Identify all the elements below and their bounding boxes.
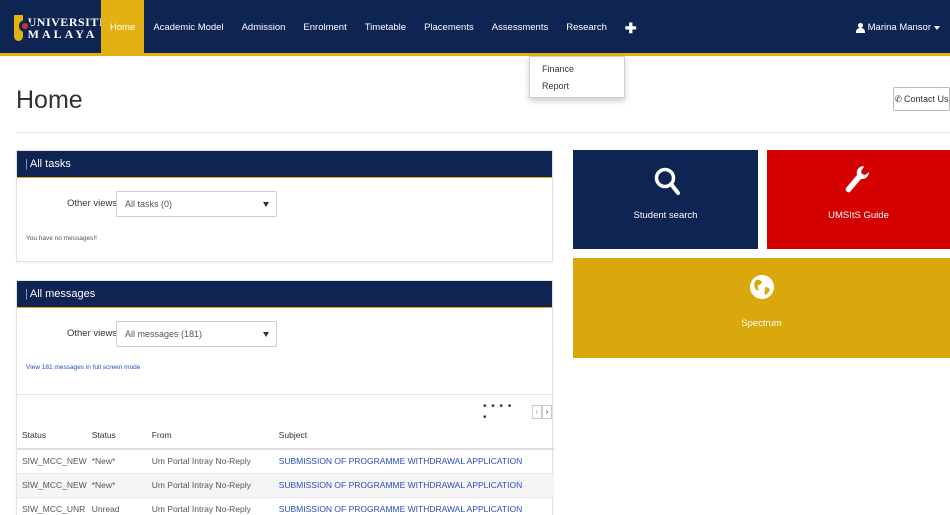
pager: • • • • • ‹ › xyxy=(483,401,552,423)
table-row[interactable]: SIW_MCC_UNR Unread Um Portal Intray No-R… xyxy=(17,497,554,515)
search-icon xyxy=(654,167,680,195)
nav-home[interactable]: Home xyxy=(101,0,145,56)
plus-icon[interactable]: ✚ xyxy=(616,0,646,56)
nav-placements[interactable]: Placements xyxy=(415,0,483,56)
nav-timetable[interactable]: Timetable xyxy=(356,0,415,56)
nav-academic-model[interactable]: Academic Model xyxy=(144,0,232,56)
umsits-guide-tile[interactable]: UMSItS Guide xyxy=(767,150,950,249)
tasks-panel: | All tasks Other views: All tasks (0) Yo… xyxy=(16,150,553,262)
student-search-label: Student search xyxy=(633,210,698,221)
messages-view-select[interactable]: All messages (181) xyxy=(116,321,277,347)
message-subject-link[interactable]: SUBMISSION OF PROGRAMME WITHDRAWAL APPLI… xyxy=(273,449,554,474)
user-name: Marina Mansor xyxy=(867,22,931,33)
phone-icon: ✆ xyxy=(894,93,902,104)
top-navbar: UNIVERSITI MALAYA Home Academic Model Ad… xyxy=(0,0,950,56)
umsits-guide-label: UMSItS Guide xyxy=(828,210,889,221)
globe-icon xyxy=(750,275,774,299)
tasks-view-select[interactable]: All tasks (0) xyxy=(116,191,277,217)
other-views-label: Other views: xyxy=(67,328,120,339)
contact-us-button[interactable]: ✆ Contact Us xyxy=(893,87,950,111)
spectrum-tile[interactable]: Spectrum xyxy=(573,258,950,358)
main-nav: Home Academic Model Admission Enrolment … xyxy=(101,0,646,56)
table-row[interactable]: SIW_MCC_NEW *New* Um Portal Intray No-Re… xyxy=(17,449,554,474)
prev-page-button[interactable]: ‹ xyxy=(531,405,542,419)
user-icon xyxy=(855,23,865,33)
messages-table: Status Status From Subject SIW_MCC_NEW *… xyxy=(17,422,554,515)
fullscreen-link[interactable]: View 181 messages in full screen mode xyxy=(26,364,140,371)
other-views-label: Other views: xyxy=(67,198,120,209)
crest-icon xyxy=(14,15,31,41)
messages-panel: | All messages Other views: All messages … xyxy=(16,280,554,515)
next-page-button[interactable]: › xyxy=(541,405,552,419)
menu-item-finance[interactable]: Finance xyxy=(530,61,624,78)
user-menu[interactable]: Marina Mansor xyxy=(855,0,940,56)
divider xyxy=(16,132,950,133)
col-status[interactable]: Status xyxy=(17,422,87,450)
message-subject-link[interactable]: SUBMISSION OF PROGRAMME WITHDRAWAL APPLI… xyxy=(273,473,554,498)
nav-admission[interactable]: Admission xyxy=(233,0,295,56)
caret-down-icon xyxy=(934,26,940,30)
col-subject[interactable]: Subject xyxy=(273,422,554,450)
wrench-icon xyxy=(845,166,870,193)
menu-item-report[interactable]: Report xyxy=(530,78,624,95)
more-menu-dropdown: Finance Report xyxy=(529,56,625,98)
student-search-tile[interactable]: Student search xyxy=(573,150,758,249)
caret-down-icon xyxy=(263,202,269,207)
university-logo[interactable]: UNIVERSITI MALAYA xyxy=(14,9,104,47)
col-from[interactable]: From xyxy=(146,422,274,450)
brand-line2: MALAYA xyxy=(27,27,98,41)
empty-message: You have no messages!! xyxy=(26,235,97,242)
message-subject-link[interactable]: SUBMISSION OF PROGRAMME WITHDRAWAL APPLI… xyxy=(273,497,554,515)
tasks-panel-header: | All tasks xyxy=(17,151,552,178)
col-status-2[interactable]: Status xyxy=(86,422,147,450)
pager-dots: • • • • • xyxy=(483,401,513,423)
caret-down-icon xyxy=(263,332,269,337)
messages-panel-header: | All messages xyxy=(17,281,552,308)
nav-assessments[interactable]: Assessments xyxy=(483,0,558,56)
nav-research[interactable]: Research xyxy=(557,0,616,56)
nav-enrolment[interactable]: Enrolment xyxy=(294,0,355,56)
table-row[interactable]: SIW_MCC_NEW *New* Um Portal Intray No-Re… xyxy=(17,473,554,498)
spectrum-label: Spectrum xyxy=(741,318,782,329)
page-title: Home xyxy=(16,86,83,114)
